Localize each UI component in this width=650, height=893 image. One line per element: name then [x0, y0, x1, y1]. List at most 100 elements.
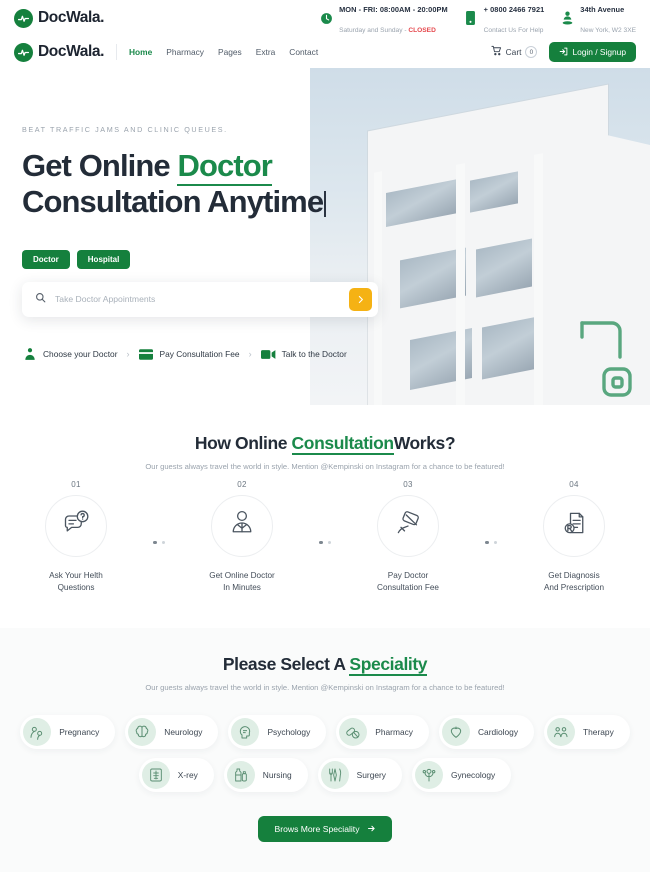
speciality-chip-pharmacy[interactable]: Pharmacy	[336, 715, 429, 750]
how-step-circle: 02	[211, 480, 273, 557]
speciality-subtitle: Our guests always travel the world in st…	[145, 682, 505, 692]
process-step-choose-doctor[interactable]: Choose your Doctor	[22, 347, 117, 362]
cart-count-badge: 0	[525, 46, 538, 58]
psychology-head-icon	[231, 718, 260, 747]
speciality-chip-gynecology[interactable]: Gynecology	[411, 758, 512, 793]
brain-icon	[128, 718, 157, 747]
how-title-part2: Works?	[393, 433, 456, 453]
nav-item-extra[interactable]: Extra	[256, 47, 276, 57]
how-step-03[interactable]: 03 Pay Doctor Consultation Fee	[343, 480, 473, 594]
main-navbar: DocWala. Home Pharmacy Pages Extra Conta…	[0, 36, 650, 68]
tab-doctor[interactable]: Doctor	[22, 249, 70, 269]
how-step-line2: Consultation Fee	[377, 582, 439, 592]
pulse-circle-icon	[14, 8, 33, 28]
speciality-chip-cardiology[interactable]: Cardiology	[438, 715, 535, 750]
location-pin-icon	[560, 11, 574, 25]
speciality-chip-pregnancy[interactable]: Pregnancy	[20, 715, 116, 750]
how-it-works-subtitle: Our guests always travel the world in st…	[145, 462, 505, 471]
speciality-chip-psychology[interactable]: Psychology	[228, 715, 327, 750]
speciality-chip-therapy[interactable]: Therapy	[544, 715, 630, 750]
how-it-works-title: How Online ConsultationWorks?	[0, 433, 650, 455]
hero-process-steps: Choose your Doctor › Pay Consultation Fe…	[22, 347, 650, 362]
login-button-label: Login / Signup	[572, 47, 626, 57]
nav-item-home[interactable]: Home	[129, 47, 152, 57]
browse-more-label: Brows More Speciality	[274, 824, 360, 835]
speciality-chip-xray[interactable]: X-rey	[138, 758, 214, 793]
top-info-bar: DocWala. MON - FRI: 08:00AM - 20:00PM Sa…	[0, 0, 650, 36]
how-title-accent: Consultation	[291, 433, 394, 455]
nav-item-pharmacy[interactable]: Pharmacy	[166, 47, 204, 57]
cart-label: Cart	[505, 47, 522, 57]
dot-icon	[153, 540, 157, 545]
browse-more-speciality-button[interactable]: Brows More Speciality	[258, 816, 392, 843]
how-it-works-steps: 01 Ask Your Helth Questions 02 Get Onlin…	[0, 480, 650, 594]
how-step-text: Pay Doctor Consultation Fee	[377, 570, 439, 594]
hero-tabs: Doctor Hospital	[22, 249, 650, 269]
how-step-line2: Questions	[57, 582, 95, 592]
search-icon	[35, 290, 46, 308]
dot-icon	[493, 540, 497, 545]
how-step-text: Get Diagnosis And Prescription	[544, 570, 604, 594]
contact-address-line2: New York, W2 3XE	[580, 27, 636, 34]
prescription-icon	[560, 509, 588, 542]
login-icon	[559, 47, 568, 58]
hero-eyebrow: BEAT TRAFFIC JAMS AND CLINIC QUEUES.	[22, 125, 228, 134]
cart-button[interactable]: Cart 0	[491, 43, 538, 61]
dot-icon	[161, 540, 165, 545]
nursing-bottle-icon	[226, 761, 255, 790]
contact-hours-line1: MON - FRI: 08:00AM - 20:00PM	[339, 5, 448, 14]
brand-logo-top[interactable]: DocWala.	[14, 8, 104, 28]
doctor-person-icon	[228, 509, 256, 542]
arrow-right-icon	[367, 824, 376, 835]
gynecology-icon	[414, 761, 443, 790]
how-step-text: Get Online Doctor In Minutes	[209, 570, 275, 594]
hand-card-icon	[394, 509, 422, 542]
speciality-title: Please Select A Speciality	[0, 653, 650, 676]
how-step-01[interactable]: 01 Ask Your Helth Questions	[11, 480, 141, 594]
headline-accent: Doctor	[177, 148, 273, 186]
therapy-group-icon	[547, 718, 576, 747]
speciality-title-part1: Please Select A	[222, 653, 350, 674]
step-separator-dots	[141, 540, 177, 545]
process-step-label: Choose your Doctor	[43, 349, 118, 360]
speciality-chip-list: Pregnancy Neurology Psychology Pharmacy	[0, 715, 650, 793]
speciality-title-accent: Speciality	[349, 653, 428, 676]
nav-item-contact[interactable]: Contact	[289, 47, 318, 57]
appointment-search-bar[interactable]	[22, 281, 378, 317]
brand-name-nav: DocWala.	[38, 43, 104, 60]
pregnancy-icon	[23, 718, 52, 747]
heart-icon	[441, 718, 470, 747]
process-step-talk-doctor[interactable]: Talk to the Doctor	[260, 347, 347, 362]
speciality-chip-nursing[interactable]: Nursing	[223, 758, 308, 793]
how-step-04[interactable]: 04 Get Diagnosis And Prescription	[509, 480, 639, 594]
speciality-chip-label: Therapy	[583, 727, 614, 738]
how-step-number: 02	[237, 479, 247, 489]
process-step-pay-fee[interactable]: Pay Consultation Fee	[138, 347, 240, 362]
contact-hours-line2: Saturday and Sunday -	[339, 27, 409, 34]
how-step-circle: 01	[45, 480, 107, 557]
tab-hospital[interactable]: Hospital	[76, 249, 131, 269]
clock-icon	[319, 11, 333, 25]
speciality-chip-neurology[interactable]: Neurology	[125, 715, 219, 750]
how-step-line2: And Prescription	[543, 582, 605, 592]
how-step-line2: In Minutes	[223, 582, 261, 592]
xray-icon	[141, 761, 170, 790]
speciality-chip-label: Psychology	[267, 727, 311, 738]
brand-logo-nav[interactable]: DocWala.	[14, 42, 104, 62]
nav-item-pages[interactable]: Pages	[218, 47, 242, 57]
speciality-chip-surgery[interactable]: Surgery	[317, 758, 402, 793]
phone-icon	[464, 11, 478, 25]
closed-badge: CLOSED	[408, 27, 436, 34]
contact-address-line1: 34th Avenue	[580, 5, 625, 14]
how-step-number: 01	[71, 479, 81, 489]
browse-more-wrapper: Brows More Speciality	[0, 816, 650, 843]
speciality-section: Please Select A Speciality Our guests al…	[0, 627, 650, 873]
search-input[interactable]	[55, 294, 340, 305]
hero-section: BEAT TRAFFIC JAMS AND CLINIC QUEUES. Get…	[0, 68, 650, 405]
top-contacts: MON - FRI: 08:00AM - 20:00PM Saturday an…	[319, 0, 636, 38]
hero-content: BEAT TRAFFIC JAMS AND CLINIC QUEUES. Get…	[0, 68, 650, 362]
how-step-02[interactable]: 02 Get Online Doctor In Minutes	[177, 480, 307, 594]
how-step-line1: Get Online Doctor	[209, 570, 275, 580]
login-signup-button[interactable]: Login / Signup	[549, 42, 636, 62]
search-submit-button[interactable]	[349, 287, 372, 311]
